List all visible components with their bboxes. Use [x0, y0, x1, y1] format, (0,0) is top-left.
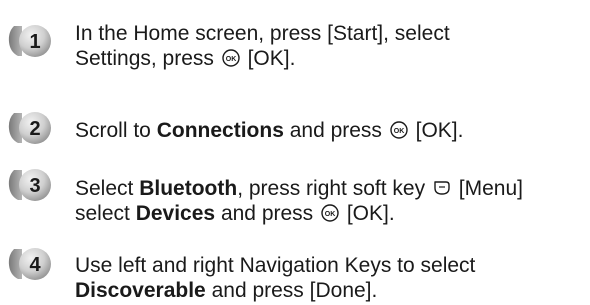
step-text: Scroll to Connections and press OK [OK].: [75, 118, 584, 143]
step-number: 4: [29, 254, 41, 276]
step-number-badge: 2: [8, 109, 53, 147]
step-text: Use left and right Navigation Keys to se…: [75, 253, 584, 303]
step-number-badge: 3: [8, 166, 53, 204]
step-line: Use left and right Navigation Keys to se…: [75, 254, 476, 277]
step-line: In the Home screen, press [Start], selec…: [75, 22, 450, 45]
step-number: 3: [29, 175, 40, 197]
menu-item-bluetooth: Bluetooth: [139, 177, 238, 200]
step-number-badge: 1: [8, 22, 53, 60]
step-number-badge: 4: [8, 245, 53, 283]
svg-text:OK: OK: [325, 211, 336, 218]
svg-text:OK: OK: [225, 56, 236, 63]
menu-item-devices: Devices: [135, 202, 216, 225]
step-line: Settings, press OK [OK].: [75, 47, 296, 70]
right-soft-key-icon: [432, 178, 452, 198]
step-line: Discoverable and press [Done].: [75, 279, 378, 302]
step-line: Scroll to Connections and press OK [OK].: [75, 119, 464, 142]
option-discoverable: Discoverable: [75, 279, 206, 302]
menu-item-connections: Connections: [156, 119, 284, 142]
step-number: 1: [29, 31, 40, 53]
ok-key-icon: OK: [221, 48, 241, 68]
ok-key-icon: OK: [389, 120, 409, 140]
step-number: 2: [29, 118, 40, 140]
svg-text:OK: OK: [394, 128, 405, 135]
step-line: Select Bluetooth, press right soft key […: [75, 177, 523, 200]
step-text: In the Home screen, press [Start], selec…: [75, 21, 584, 71]
ok-key-icon: OK: [320, 203, 340, 223]
step-text: Select Bluetooth, press right soft key […: [75, 176, 584, 226]
step-line: select Devices and press OK [OK].: [75, 202, 395, 225]
